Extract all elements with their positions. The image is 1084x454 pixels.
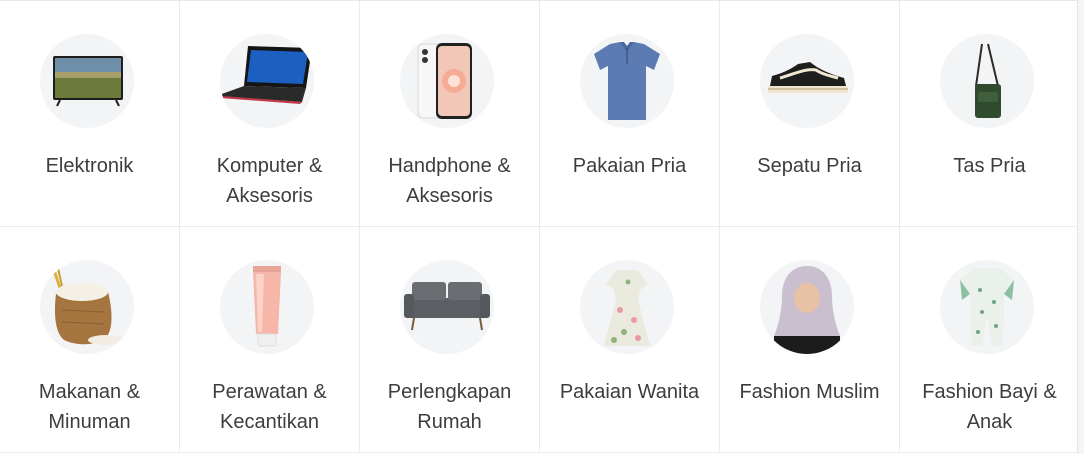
category-image-circle <box>940 260 1034 354</box>
sling-bag-icon <box>975 43 1001 118</box>
category-image-circle <box>40 34 134 128</box>
category-image-circle <box>760 34 854 128</box>
baby-romper-icon <box>960 268 1014 346</box>
category-label: Tas Pria <box>900 151 1079 181</box>
category-image-circle <box>40 260 134 354</box>
category-label: Perlengkapan Rumah <box>360 377 539 437</box>
category-label: Elektronik <box>0 151 179 181</box>
category-grid: Elektronik Komputer & Aksesoris Handphon… <box>0 0 1080 453</box>
label-line-1: Tas Pria <box>953 155 1026 177</box>
category-label: Perawatan & Kecantikan <box>180 377 359 437</box>
label-line-1: Handphone & <box>388 155 511 177</box>
label-line-2: Rumah <box>417 411 482 433</box>
label-line-2: Kecantikan <box>220 411 319 433</box>
category-image-circle <box>580 260 674 354</box>
category-fashion-bayi-anak[interactable]: Fashion Bayi & Anak <box>900 227 1080 453</box>
label-line-2: Aksesoris <box>406 185 493 207</box>
category-tas-pria[interactable]: Tas Pria <box>900 1 1080 227</box>
category-perlengkapan-rumah[interactable]: Perlengkapan Rumah <box>360 227 540 453</box>
category-image-circle <box>940 34 1034 128</box>
category-image-circle <box>760 260 854 354</box>
category-image-circle <box>580 34 674 128</box>
category-image-circle <box>400 34 494 128</box>
cosmetic-tube-icon <box>253 266 281 347</box>
label-line-1: Perawatan & <box>212 381 327 403</box>
category-sepatu-pria[interactable]: Sepatu Pria <box>720 1 900 227</box>
category-label: Fashion Bayi & Anak <box>900 377 1079 437</box>
sofa-icon <box>404 282 490 331</box>
category-label: Makanan & Minuman <box>0 377 179 437</box>
category-label: Pakaian Wanita <box>540 377 719 407</box>
category-image-circle <box>220 260 314 354</box>
laptop-icon <box>220 46 312 104</box>
category-elektronik[interactable]: Elektronik <box>0 1 180 227</box>
category-label: Fashion Muslim <box>720 377 899 407</box>
hijab-icon <box>774 266 840 354</box>
label-line-1: Pakaian Pria <box>572 155 687 177</box>
label-line-1: Komputer & <box>216 155 323 177</box>
label-line-1: Makanan & <box>38 381 141 403</box>
sneaker-icon <box>768 62 848 93</box>
category-komputer-aksesoris[interactable]: Komputer & Aksesoris <box>180 1 360 227</box>
rice-sack-icon <box>52 267 124 345</box>
category-label: Pakaian Pria <box>540 151 719 181</box>
category-pakaian-wanita[interactable]: Pakaian Wanita <box>540 227 720 453</box>
label-line-1: Perlengkapan <box>387 381 512 403</box>
dress-icon <box>604 270 650 346</box>
category-label: Komputer & Aksesoris <box>180 151 359 211</box>
category-image-circle <box>220 34 314 128</box>
category-perawatan-kecantikan[interactable]: Perawatan & Kecantikan <box>180 227 360 453</box>
category-handphone-aksesoris[interactable]: Handphone & Aksesoris <box>360 1 540 227</box>
label-line-2: Aksesoris <box>226 185 313 207</box>
category-fashion-muslim[interactable]: Fashion Muslim <box>720 227 900 453</box>
label-line-1: Fashion Muslim <box>739 381 880 403</box>
tv-icon <box>53 56 123 107</box>
label-line-1: Sepatu Pria <box>757 155 862 177</box>
category-label: Handphone & Aksesoris <box>360 151 539 211</box>
category-makanan-minuman[interactable]: Makanan & Minuman <box>0 227 180 453</box>
label-line-1: Fashion Bayi & <box>922 381 1057 403</box>
category-image-circle <box>400 260 494 354</box>
label-line-1: Elektronik <box>45 155 134 177</box>
scrollbar-track[interactable] <box>1077 0 1084 454</box>
label-line-2: Minuman <box>48 411 131 433</box>
category-pakaian-pria[interactable]: Pakaian Pria <box>540 1 720 227</box>
smartphone-icon <box>417 43 472 119</box>
label-line-2: Anak <box>966 411 1013 433</box>
label-line-1: Pakaian Wanita <box>559 381 700 403</box>
polo-shirt-icon <box>594 42 660 120</box>
category-label: Sepatu Pria <box>720 151 899 181</box>
